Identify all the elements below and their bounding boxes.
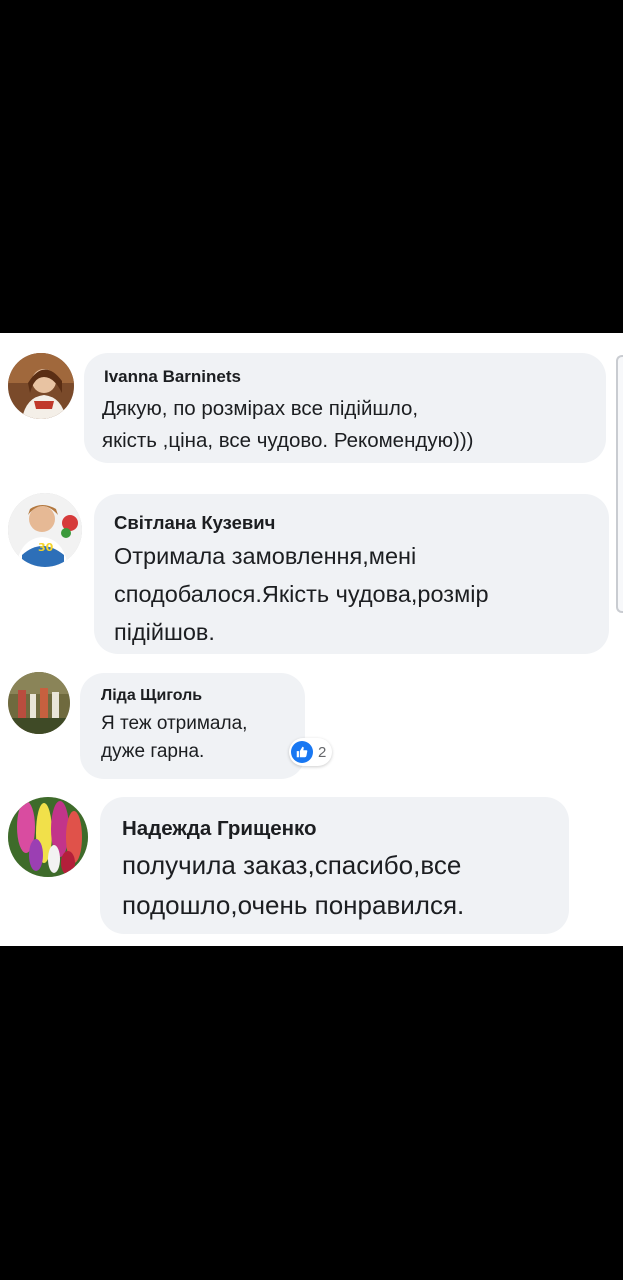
like-icon: [291, 741, 313, 763]
svg-text:30: 30: [38, 541, 54, 554]
comment-author[interactable]: Світлана Кузевич: [114, 512, 275, 534]
avatar[interactable]: 30: [8, 493, 82, 567]
comment-line: Дякую, по розмірах все підійшло,: [102, 397, 419, 420]
comment-text: Я теж отримала, дуже гарна.: [101, 710, 247, 766]
comment-line: дуже гарна.: [101, 741, 205, 762]
comment-line: Я теж отримала,: [101, 713, 248, 734]
comment-text: получила заказ,спасибо,все подошло,очень…: [122, 845, 464, 925]
reaction-summary[interactable]: 2: [289, 738, 333, 766]
comment-line: Отримала замовлення,мені: [114, 543, 417, 569]
comment-bubble: Надежда Грищенко получила заказ,спасибо,…: [100, 797, 569, 934]
avatar[interactable]: [8, 672, 70, 734]
comment-author[interactable]: Надежда Грищенко: [122, 817, 317, 841]
reaction-count: 2: [318, 743, 327, 761]
comment-text: Дякую, по розмірах все підійшло, якість …: [102, 393, 473, 457]
comment-line: сподобалося.Якість чудова,розмір: [114, 581, 489, 607]
comment-line: подошло,очень понравился.: [122, 890, 465, 920]
comments-panel: Ivanna Barninets Дякую, по розмірах все …: [0, 333, 623, 946]
comment-line: підійшов.: [114, 619, 215, 645]
comment-bubble: Ivanna Barninets Дякую, по розмірах все …: [84, 353, 606, 463]
comment-line: якість ,ціна, все чудово. Рекомендую))): [102, 429, 474, 452]
comment-bubble: Світлана Кузевич Отримала замовлення,мен…: [94, 494, 609, 654]
comment-bubble: Ліда Щиголь Я теж отримала, дуже гарна.: [80, 673, 305, 779]
side-scroll-edge[interactable]: [616, 355, 623, 613]
avatar[interactable]: [8, 353, 74, 419]
comment-text: Отримала замовлення,мені сподобалося.Які…: [114, 537, 489, 651]
comment-author[interactable]: Ivanna Barninets: [104, 367, 241, 387]
comment-line: получила заказ,спасибо,все: [122, 850, 462, 880]
comment-author[interactable]: Ліда Щиголь: [101, 687, 202, 705]
avatar[interactable]: [8, 797, 88, 877]
